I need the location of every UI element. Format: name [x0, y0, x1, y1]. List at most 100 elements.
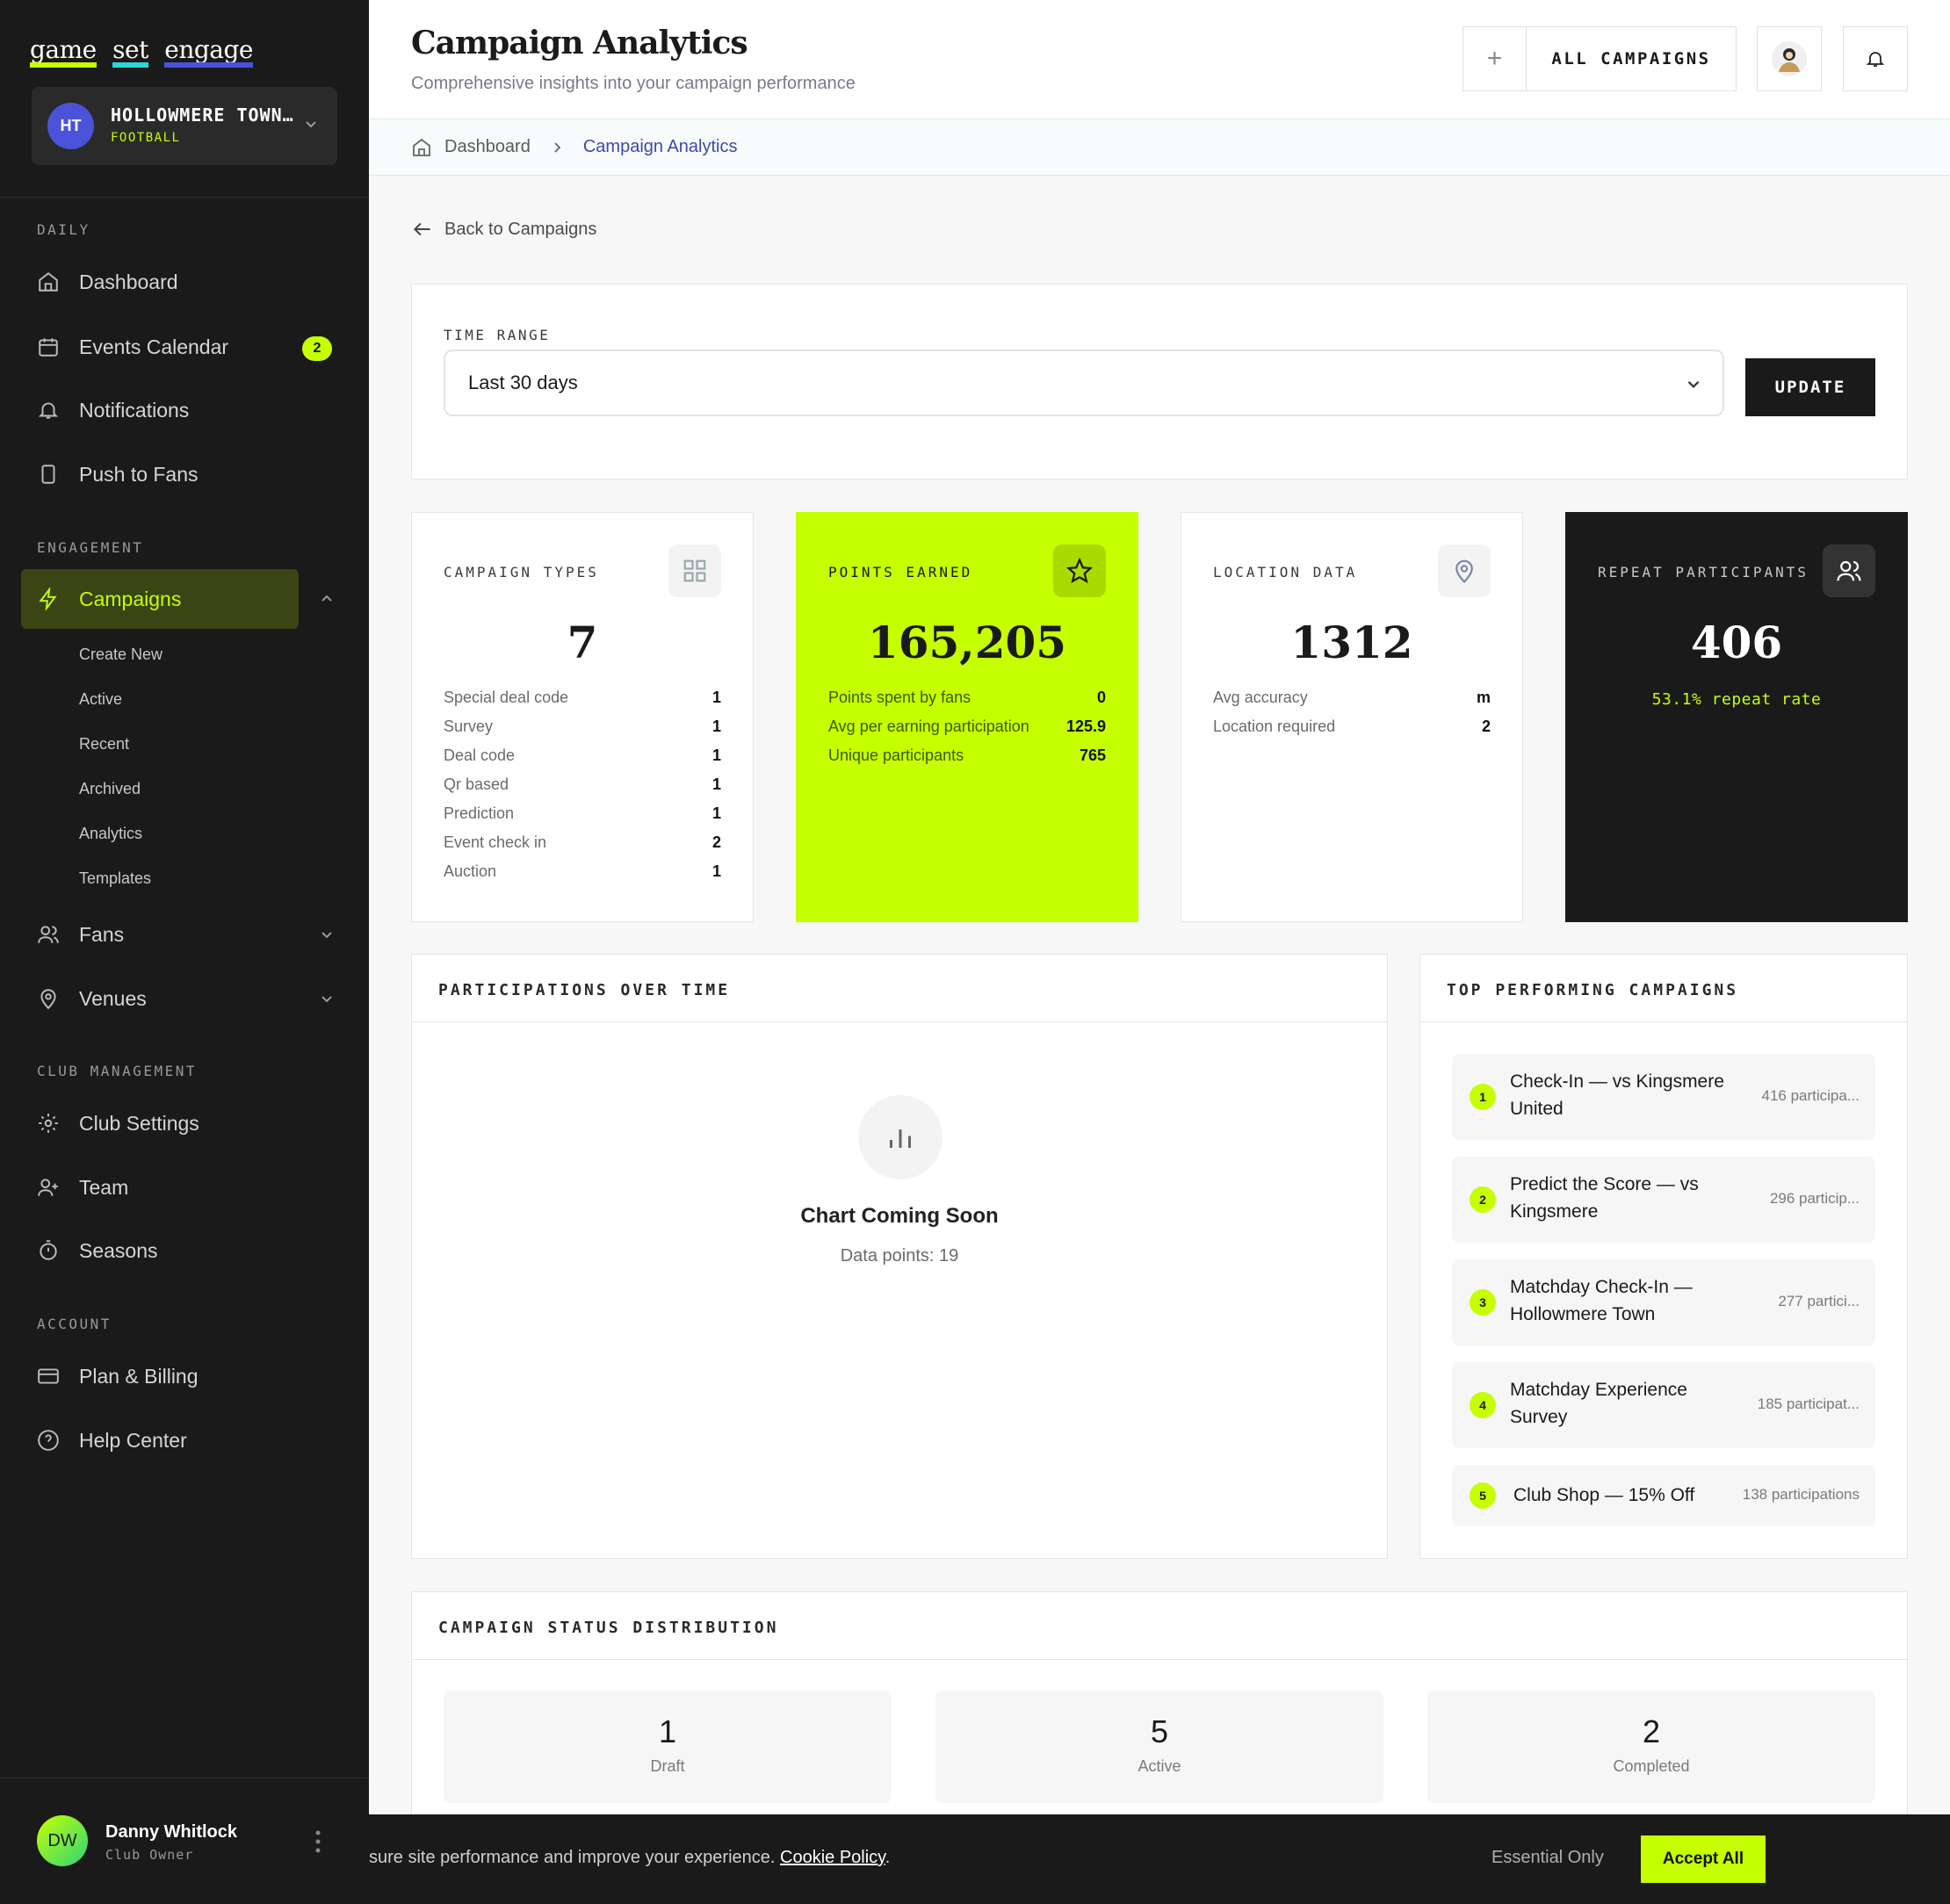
- stat-row: Deal code 1: [444, 746, 721, 764]
- plus-icon[interactable]: +: [1463, 26, 1527, 91]
- list-item[interactable]: 5 Club Shop — 15% Off 138 participations: [1452, 1465, 1875, 1526]
- sidebar: game set engage HT HOLLOWMERE TOWN… FOOT…: [0, 0, 369, 1904]
- sidebar-item-help-center[interactable]: Help Center: [21, 1410, 299, 1470]
- divider: [412, 1659, 1907, 1660]
- stat-row: Qr based 1: [444, 775, 721, 793]
- sidebar-item-seasons[interactable]: Seasons: [21, 1221, 299, 1280]
- arrow-left-icon: [413, 222, 430, 236]
- user-profile[interactable]: DW Danny Whitlock Club Owner: [0, 1778, 369, 1904]
- breadcrumb-dashboard[interactable]: Dashboard: [444, 137, 531, 157]
- card-title: CAMPAIGN TYPES: [444, 564, 599, 581]
- sidebar-item-fans[interactable]: Fans: [21, 905, 299, 964]
- rank-badge: 4: [1470, 1392, 1496, 1418]
- time-range-value: Last 30 days: [468, 371, 578, 393]
- campaign-name: Check-In — vs Kingsmere United: [1510, 1071, 1724, 1119]
- sidebar-subitem-recent[interactable]: Recent: [79, 735, 129, 754]
- sidebar-item-label: Campaigns: [79, 587, 182, 610]
- club-name: HOLLOWMERE TOWN…: [111, 105, 294, 126]
- users-icon: [1823, 545, 1875, 597]
- page-subtitle: Comprehensive insights into your campaig…: [411, 74, 856, 93]
- calendar-icon: [39, 338, 58, 357]
- list-item[interactable]: 4 Matchday Experience Survey 185 partici…: [1452, 1362, 1875, 1448]
- cookie-policy-link[interactable]: Cookie Policy: [780, 1848, 885, 1867]
- status-count: 2: [1642, 1713, 1661, 1749]
- sidebar-subitem-analytics[interactable]: Analytics: [79, 825, 142, 843]
- panel-title: CAMPAIGN STATUS DISTRIBUTION: [438, 1619, 779, 1637]
- sidebar-subitem-templates[interactable]: Templates: [79, 869, 151, 888]
- card-title: LOCATION DATA: [1213, 564, 1358, 581]
- sidebar-item-venues[interactable]: Venues: [21, 969, 299, 1028]
- list-item[interactable]: 3 Matchday Check-In — Hollowmere Town 27…: [1452, 1259, 1875, 1345]
- sidebar-item-label: Notifications: [79, 398, 190, 422]
- chevron-down-icon[interactable]: [318, 926, 336, 943]
- sidebar-item-team[interactable]: Team: [21, 1158, 299, 1217]
- sidebar-item-label: Team: [79, 1175, 129, 1199]
- sidebar-item-label: Push to Fans: [79, 462, 199, 486]
- list-item[interactable]: 2 Predict the Score — vs Kingsmere 296 p…: [1452, 1157, 1875, 1243]
- sidebar-item-plan-billing[interactable]: Plan & Billing: [21, 1346, 299, 1406]
- brand-logo[interactable]: game set engage: [30, 35, 262, 68]
- campaign-types-card: CAMPAIGN TYPES 7 Special deal code 1 Surv…: [411, 512, 754, 922]
- all-campaigns-label: ALL CAMPAIGNS: [1551, 49, 1711, 69]
- campaign-name: Matchday Check-In — Hollowmere Town: [1510, 1277, 1693, 1324]
- sidebar-item-club-settings[interactable]: Club Settings: [21, 1093, 299, 1153]
- accept-all-button[interactable]: Accept All: [1641, 1835, 1766, 1883]
- users-icon: [38, 926, 59, 943]
- sidebar-item-notifications[interactable]: Notifications: [21, 380, 299, 440]
- panel-title: TOP PERFORMING CAMPAIGNS: [1447, 981, 1739, 999]
- campaign-name: Club Shop — 15% Off: [1513, 1485, 1695, 1505]
- time-range-panel: TIME RANGE Last 30 days UPDATE: [411, 284, 1908, 480]
- sidebar-subitem-active[interactable]: Active: [79, 690, 122, 709]
- section-engagement: ENGAGEMENT: [37, 539, 144, 556]
- participation-count: 185 participat...: [1757, 1396, 1860, 1412]
- logo-underline: [30, 62, 97, 68]
- card-title: REPEAT PARTICIPANTS: [1598, 564, 1809, 581]
- back-to-campaigns-link[interactable]: Back to Campaigns: [411, 218, 596, 241]
- logo-word-engage: engage: [164, 35, 253, 68]
- sidebar-item-events-calendar[interactable]: Events Calendar 2: [21, 317, 332, 377]
- sidebar-subitem-archived[interactable]: Archived: [79, 780, 141, 798]
- account-avatar-button[interactable]: [1757, 26, 1822, 91]
- home-icon[interactable]: [411, 137, 432, 158]
- stat-row: Auction 1: [444, 862, 721, 880]
- time-range-select[interactable]: Last 30 days: [444, 350, 1724, 416]
- sidebar-subitem-create-new[interactable]: Create New: [79, 645, 162, 664]
- chevron-up-icon[interactable]: [318, 590, 336, 608]
- club-switcher[interactable]: HT HOLLOWMERE TOWN… FOOTBALL: [32, 87, 337, 165]
- status-box-draft: 1 Draft: [444, 1691, 892, 1803]
- stat-row: Location required 2: [1213, 718, 1491, 735]
- rank-badge: 1: [1470, 1084, 1496, 1110]
- sidebar-item-dashboard[interactable]: Dashboard: [21, 252, 299, 312]
- sidebar-item-push-to-fans[interactable]: Push to Fans: [21, 444, 299, 504]
- stat-row: Survey 1: [444, 718, 721, 735]
- campaign-name: Predict the Score — vs Kingsmere: [1510, 1174, 1699, 1222]
- participations-over-time-panel: PARTICIPATIONS OVER TIME Chart Coming So…: [411, 954, 1388, 1559]
- sidebar-item-label: Venues: [79, 986, 147, 1010]
- panel-title: PARTICIPATIONS OVER TIME: [438, 981, 731, 999]
- bell-icon: [1866, 52, 1885, 67]
- essential-only-button[interactable]: Essential Only: [1491, 1848, 1604, 1868]
- repeat-participants-card: REPEAT PARTICIPANTS 406 53.1% repeat rat…: [1565, 512, 1908, 922]
- more-vertical-icon[interactable]: [314, 1829, 321, 1854]
- lightning-icon: [39, 588, 57, 610]
- campaign-name: Matchday Experience Survey: [1510, 1380, 1687, 1427]
- stat-row: Avg per earning participation 125.9: [828, 718, 1106, 735]
- card-value: 406: [1690, 617, 1783, 668]
- status-count: 5: [1150, 1713, 1169, 1749]
- stat-row: Event check in 2: [444, 833, 721, 851]
- all-campaigns-button[interactable]: + ALL CAMPAIGNS: [1462, 26, 1737, 91]
- divider: [412, 1021, 1387, 1022]
- status-count: 1: [658, 1713, 677, 1749]
- club-sport: FOOTBALL: [111, 131, 181, 145]
- sidebar-item-campaigns[interactable]: Campaigns: [21, 569, 299, 629]
- list-item[interactable]: 1 Check-In — vs Kingsmere United 416 par…: [1452, 1054, 1875, 1140]
- stat-rows: Avg accuracy m Location required 2: [1213, 689, 1491, 746]
- notifications-button[interactable]: [1843, 26, 1908, 91]
- stat-row: Unique participants 765: [828, 746, 1106, 764]
- sidebar-item-label: Dashboard: [79, 270, 178, 293]
- stat-rows: Points spent by fans 0 Avg per earning pa…: [828, 689, 1106, 775]
- time-range-label: TIME RANGE: [444, 327, 551, 343]
- update-button[interactable]: UPDATE: [1745, 358, 1875, 416]
- card-value: 1312: [1290, 617, 1413, 668]
- chevron-down-icon[interactable]: [318, 990, 336, 1007]
